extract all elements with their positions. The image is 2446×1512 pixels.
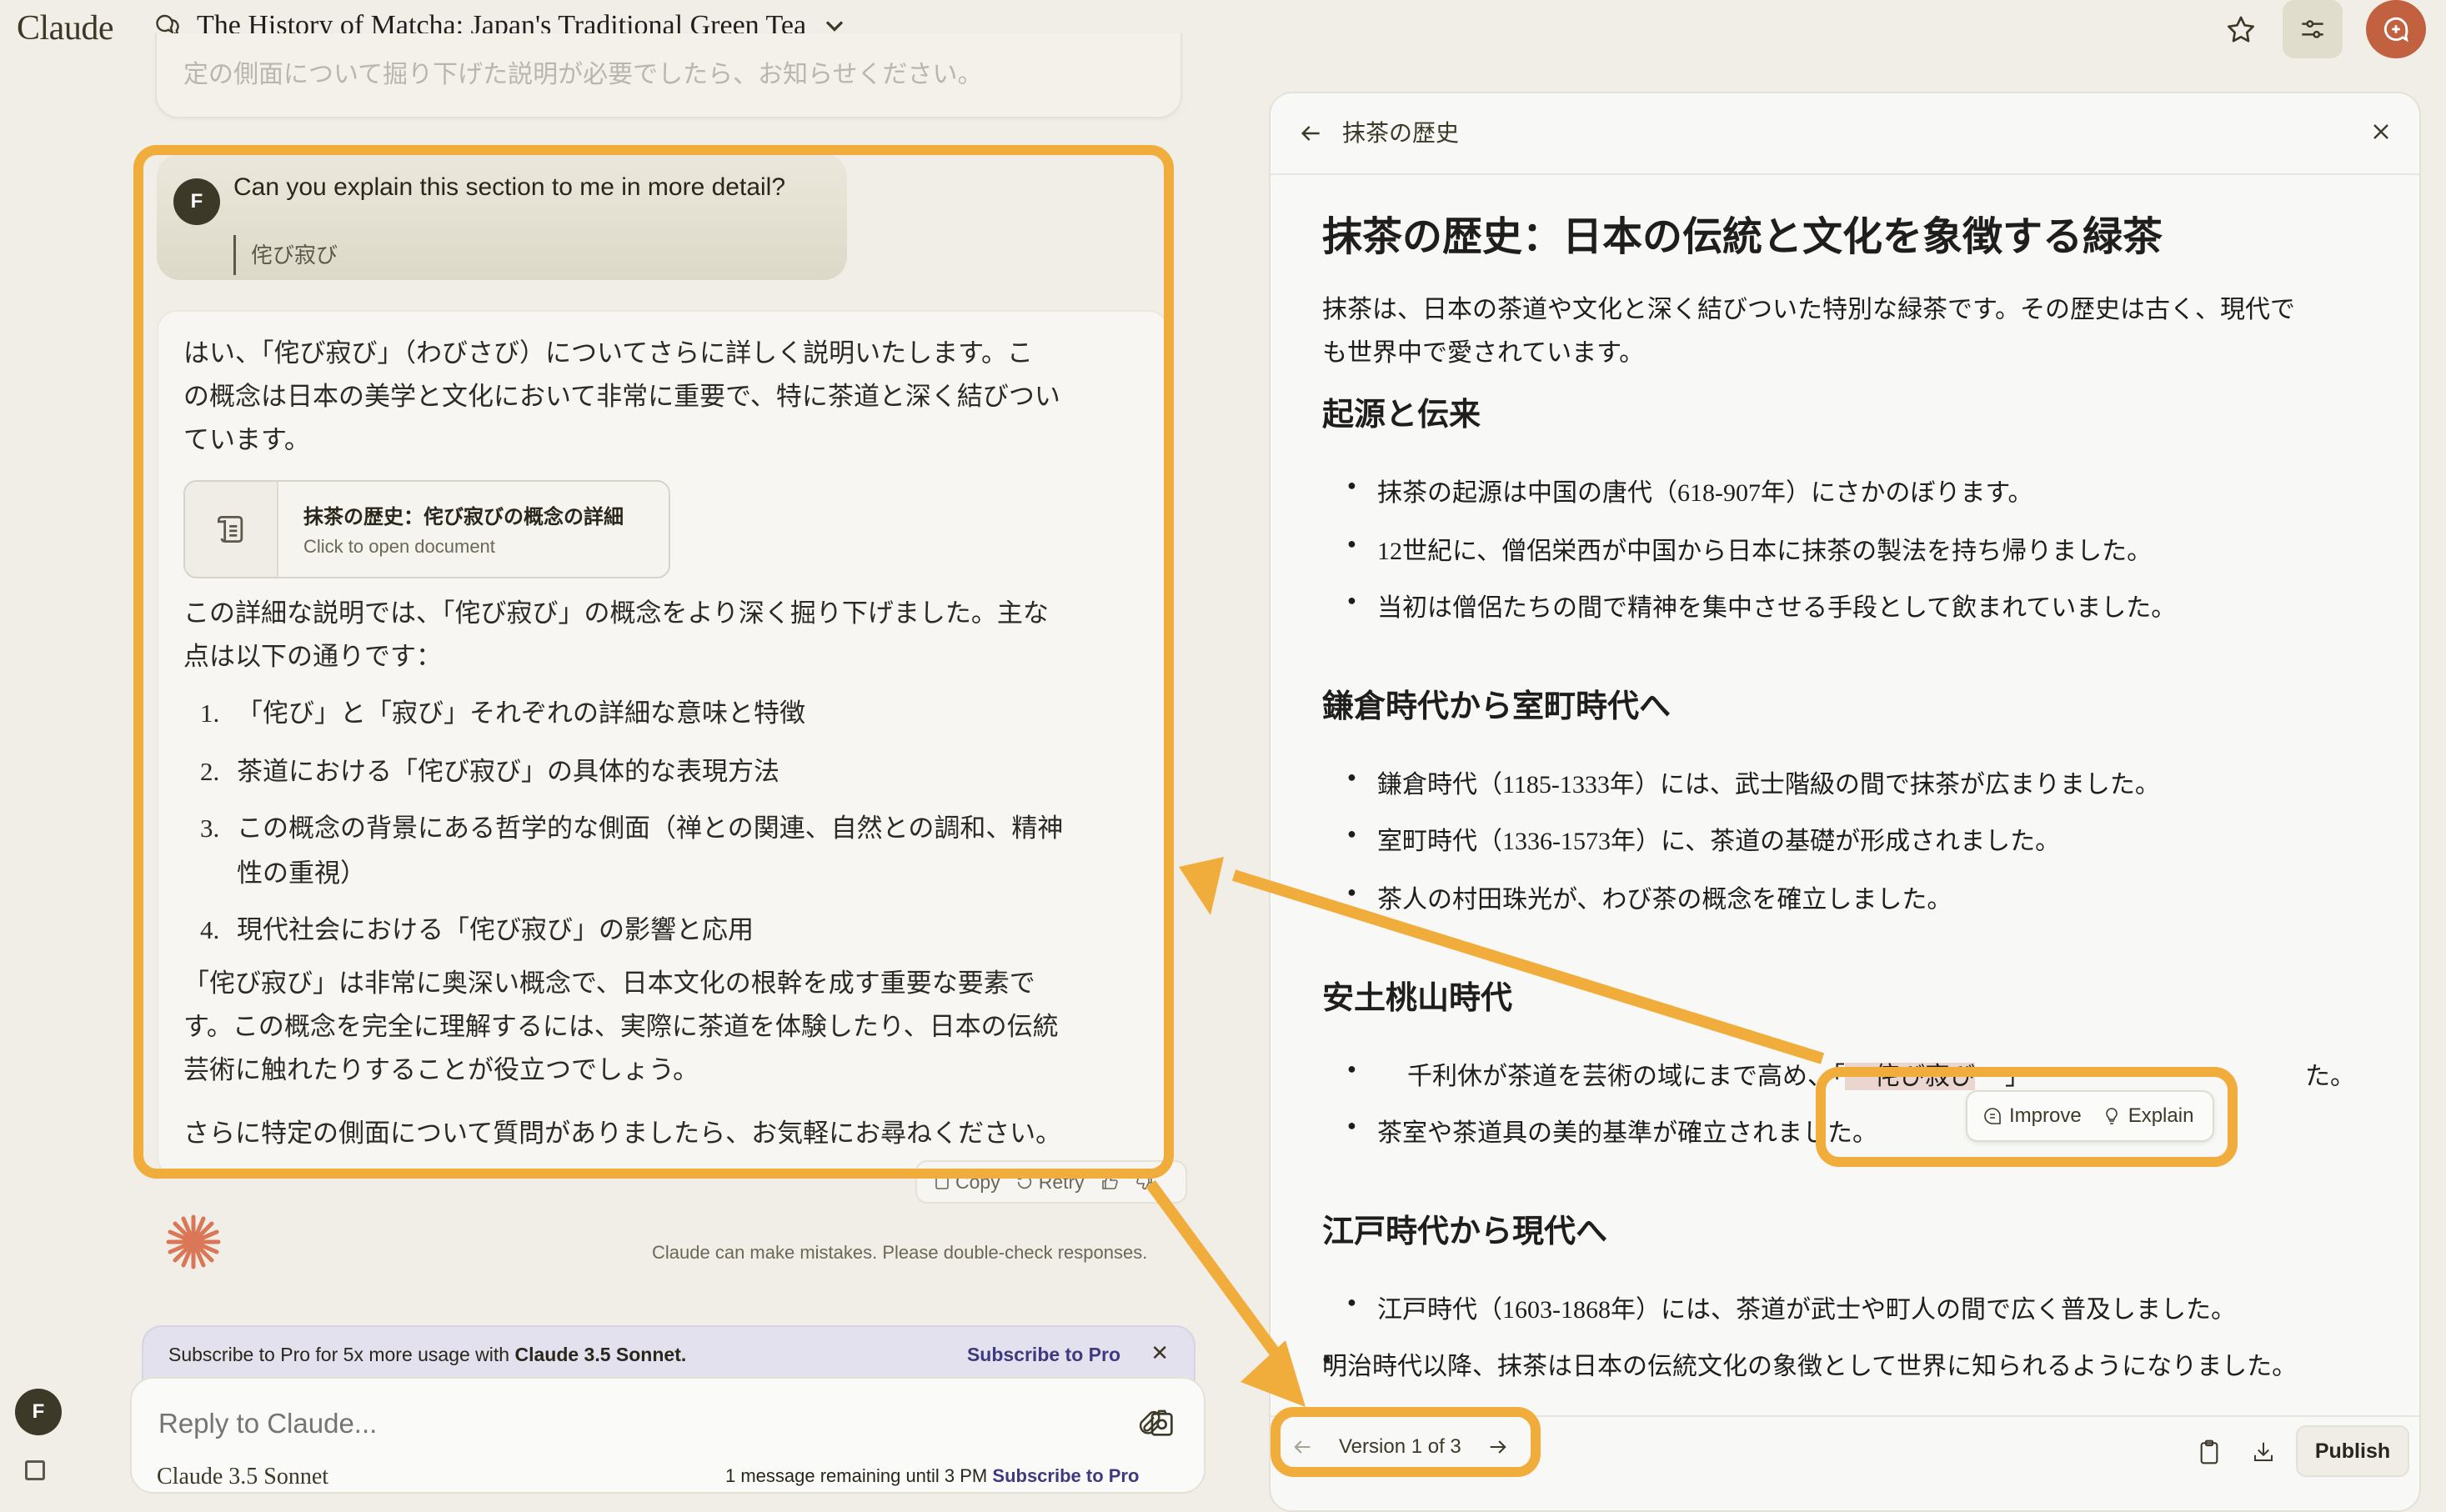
annotation-arrowhead-chat	[1179, 857, 1224, 915]
annotation-arrows	[1145, 857, 1825, 1407]
annotation-arrow-to-version	[1145, 1179, 1291, 1371]
annotation-arrow-to-chat	[1231, 869, 1825, 1064]
